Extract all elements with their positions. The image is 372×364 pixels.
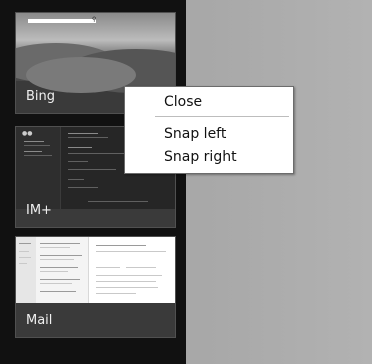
app-switcher-panel: ⚲ Bing ●● IM+ Mail [0, 0, 186, 364]
search-icon: ⚲ [92, 16, 97, 23]
app-label: IM+ [26, 203, 52, 218]
im-plus-header-icon: ●● [22, 130, 33, 137]
app-label: Mail [26, 313, 53, 328]
snap-right-menu-item[interactable]: Snap right [125, 146, 293, 168]
mail-thumbnail [16, 237, 175, 303]
app-label: Bing [26, 89, 56, 104]
context-menu: Close Snap left Snap right [124, 86, 294, 174]
mail-folder-pane [16, 237, 36, 303]
bing-search-box [28, 19, 96, 23]
im-plus-sidebar: ●● [16, 127, 61, 209]
snap-left-menu-item[interactable]: Snap left [125, 123, 293, 145]
mail-message-list [36, 237, 89, 303]
menu-separator [155, 116, 289, 117]
app-tile-mail[interactable]: Mail [15, 236, 176, 338]
bing-thumbnail: ⚲ [16, 13, 175, 93]
close-menu-item[interactable]: Close [125, 91, 293, 113]
landscape-hill [26, 57, 136, 93]
